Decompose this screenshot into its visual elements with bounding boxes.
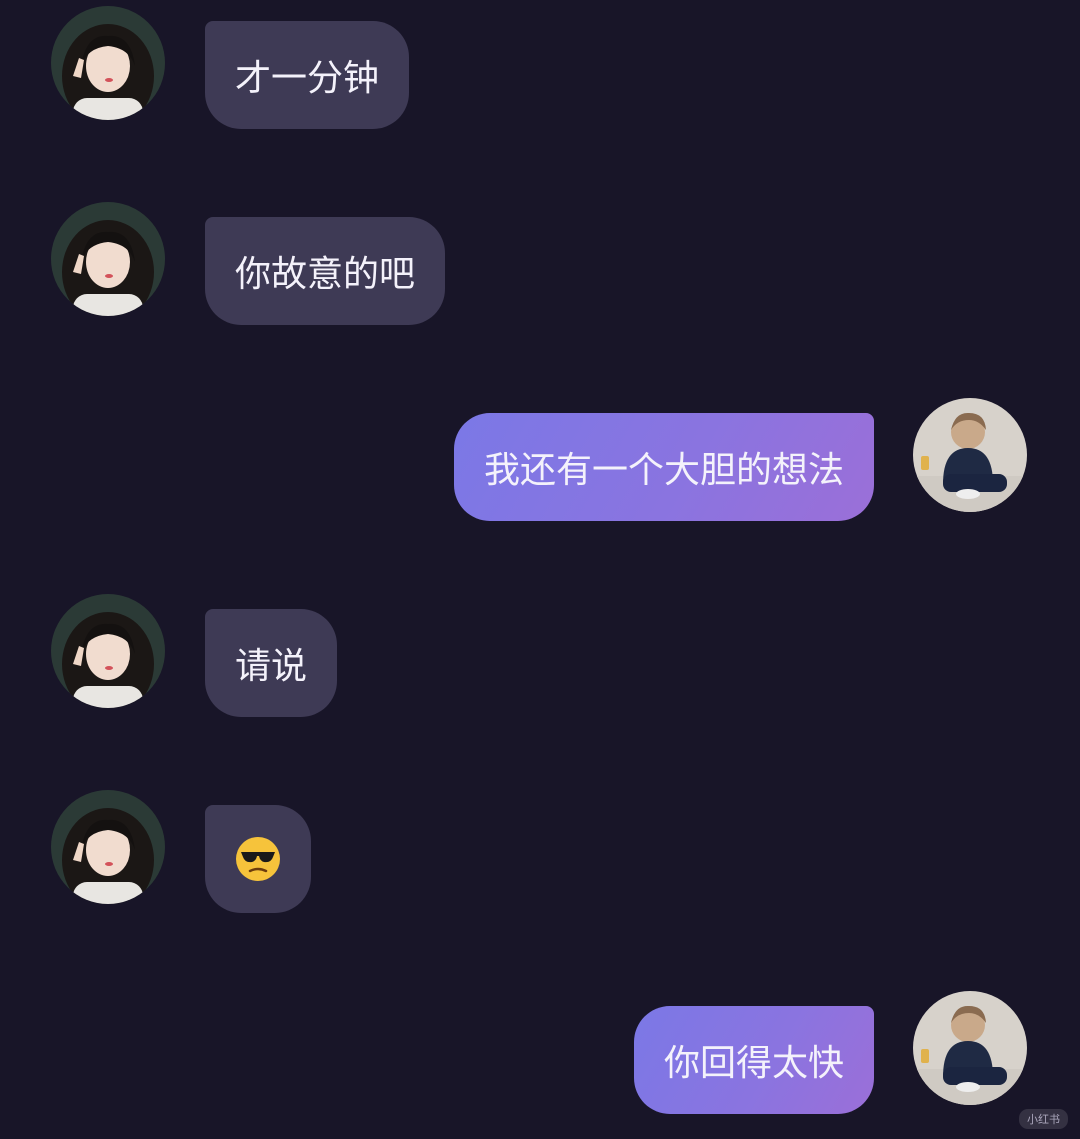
girl-avatar[interactable]	[51, 202, 165, 316]
girl-avatar[interactable]	[51, 6, 165, 120]
sunglasses-emoji-icon	[236, 837, 280, 881]
message-text: 你故意的吧	[235, 254, 416, 295]
boy-avatar[interactable]	[913, 398, 1027, 512]
message-text: 我还有一个大胆的想法	[483, 450, 844, 491]
message-bubble[interactable]: 请说	[205, 609, 338, 717]
message-bubble[interactable]: 你故意的吧	[205, 217, 446, 325]
girl-avatar[interactable]	[51, 594, 165, 708]
message-bubble[interactable]: 才一分钟	[205, 21, 410, 129]
girl-avatar[interactable]	[51, 790, 165, 904]
message-bubble[interactable]	[205, 805, 311, 913]
chat-view: 才一分钟 你故意的吧 我还有一个大胆的想法 请说 你回得太快 小红书	[0, 0, 1080, 1139]
watermark: 小红书	[1019, 1109, 1068, 1129]
message-bubble[interactable]: 我还有一个大胆的想法	[453, 413, 874, 521]
message-text: 你回得太快	[663, 1043, 844, 1084]
message-text: 请说	[235, 646, 308, 687]
message-bubble[interactable]: 你回得太快	[633, 1006, 874, 1114]
boy-avatar[interactable]	[913, 991, 1027, 1105]
message-text: 才一分钟	[235, 58, 380, 99]
